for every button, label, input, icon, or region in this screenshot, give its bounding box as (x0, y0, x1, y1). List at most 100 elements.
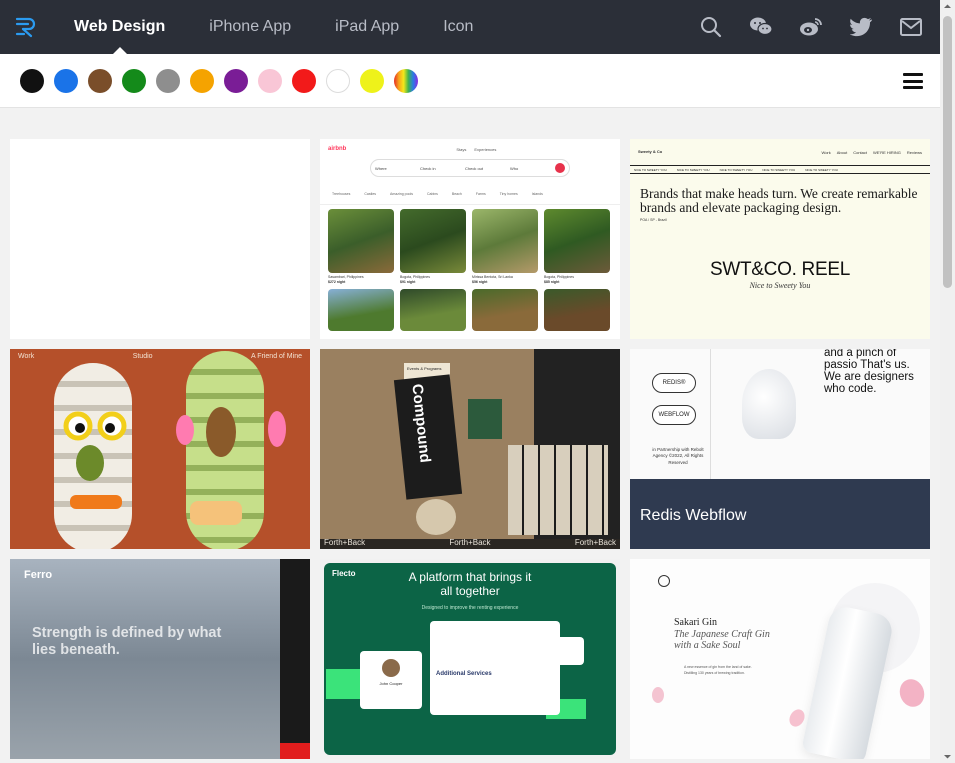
friend-header: Work Studio A Friend of Mine (18, 353, 302, 360)
sweety-headline: Brands that make heads turn. We create r… (640, 186, 918, 216)
sakari-subtitle: The Japanese Craft Gin with a Sake Soul (674, 628, 770, 652)
color-swatch-white[interactable] (326, 68, 350, 93)
sweety-menu-item: Contact (853, 149, 867, 155)
listing-price: $91 night (400, 279, 416, 284)
color-swatch-gray[interactable] (156, 68, 180, 93)
color-swatch-red[interactable] (292, 68, 316, 93)
listing-photo (472, 288, 538, 331)
ferro-logo: Ferro (24, 569, 53, 581)
compound-grid (508, 445, 608, 535)
airbnb-category: Treehouses (332, 191, 351, 196)
ferro-headline: Strength is defined by what lies beneath… (32, 625, 222, 659)
hamburger-icon[interactable] (903, 73, 923, 89)
listing-photo (544, 209, 610, 273)
compound-brand: Forth+Back (449, 538, 491, 547)
airbnb-category: Beach (451, 191, 462, 196)
airbnb-search-field: Where (375, 165, 387, 171)
sakari-bottle (801, 603, 895, 759)
friend-nav-item: A Friend of Mine (251, 353, 302, 360)
compound-word: Compound (408, 382, 434, 464)
nav-link-web-design[interactable]: Web Design (52, 0, 187, 54)
airbnb-category: Islands (531, 191, 543, 196)
avatar (382, 659, 400, 677)
design-card[interactable] (10, 139, 310, 339)
color-swatch-yellow[interactable] (360, 68, 384, 93)
divider (710, 349, 711, 479)
search-icon[interactable] (686, 0, 736, 54)
scroll-down-icon[interactable] (943, 752, 952, 761)
design-card-airbnb[interactable]: airbnb Stays Experiences Where Check in … (320, 139, 620, 339)
scroll-up-icon[interactable] (943, 2, 952, 11)
vertical-scrollbar[interactable] (940, 0, 955, 763)
nav-links: Web Design iPhone App iPad App Icon (52, 0, 495, 54)
color-swatch-purple[interactable] (224, 68, 248, 93)
sculpture-ear (176, 415, 194, 445)
airbnb-tab: Stays (456, 146, 467, 152)
nav-link-icon[interactable]: Icon (421, 0, 495, 54)
marquee-text: NICE TO SWEETY YOU (676, 167, 710, 172)
flecto-headline: A platform that brings it all together De… (320, 570, 620, 612)
friend-nav-item: Work (18, 353, 35, 360)
listing-photo (472, 209, 538, 273)
r-logo-icon[interactable] (0, 0, 52, 54)
sculpture-mouth (70, 495, 122, 509)
webflow-badge: WEBFLOW (652, 405, 696, 425)
color-swatch-green[interactable] (122, 68, 146, 93)
compound-brand: Forth+Back (574, 538, 616, 547)
airbnb-logo: airbnb (328, 146, 347, 152)
color-swatch-black[interactable] (20, 68, 44, 93)
friend-nav-item: Studio (132, 353, 153, 360)
airbnb-category: Tiny homes (499, 191, 518, 196)
color-swatch-brown[interactable] (88, 68, 112, 93)
nav-link-label: Icon (443, 18, 474, 35)
color-swatch-orange[interactable] (190, 68, 214, 93)
airbnb-category: Amazing pools (390, 191, 413, 196)
sakari-body: A new essence of gin from the land of sa… (684, 665, 752, 675)
design-card-compound[interactable]: Events & Programs Compound Forth+Back Fo… (320, 349, 620, 549)
compound-object (416, 499, 456, 535)
marquee-text: NICE TO SWEETY YOU (762, 167, 796, 172)
airbnb-category: Castles (364, 191, 377, 196)
sakura-petal (895, 675, 929, 711)
color-swatch-blue[interactable] (54, 68, 78, 93)
airbnb-category: Farms (475, 191, 486, 196)
sweety-menu-item: Reviews (906, 149, 922, 155)
design-card-sakari-gin[interactable]: Sakari Gin The Japanese Craft Gin with a … (630, 559, 930, 759)
design-card-flecto[interactable]: Flecto A platform that brings it all tog… (320, 559, 620, 759)
weibo-icon[interactable] (786, 0, 836, 54)
flecto-person: John Cooper (379, 681, 403, 686)
design-card-redis-webflow[interactable]: REDIS® WEBFLOW in Partnership with Rebol… (630, 349, 930, 549)
airbnb-tab: Experiences (474, 146, 497, 152)
nav-link-ipad-app[interactable]: iPad App (313, 0, 421, 54)
sweety-header: Sweety & Co Work About Contact WE'RE HIR… (630, 139, 930, 165)
color-swatch-pink[interactable] (258, 68, 282, 93)
compound-brand: Forth+Back (324, 538, 366, 547)
twitter-icon[interactable] (836, 0, 886, 54)
compound-footer: Forth+Back Forth+Back Forth+Back (320, 538, 620, 547)
airbnb-listing: Bogota, Philippines $85 night (544, 209, 610, 285)
airbnb-listing: Mirissa Bentota, Sri Lanka $56 night (472, 209, 538, 285)
sakura-petal (786, 706, 808, 730)
nav-link-iphone-app[interactable]: iPhone App (187, 0, 313, 54)
design-card-sweety[interactable]: Sweety & Co Work About Contact WE'RE HIR… (630, 139, 930, 339)
redis-partnership: in Partnership with Rebolt Agency ©2022,… (652, 447, 704, 465)
design-card-friend-of-mine[interactable]: Work Studio A Friend of Mine (10, 349, 310, 549)
wechat-icon[interactable] (736, 0, 786, 54)
airbnb-category: Cabins (427, 191, 438, 196)
ferro-accent (280, 743, 310, 759)
sweety-menu-item: WE'RE HIRING (873, 149, 901, 155)
compound-card (468, 399, 502, 439)
milk-splash (742, 369, 796, 439)
listing-price: $85 night (544, 279, 560, 284)
color-swatch-rainbow[interactable] (394, 68, 418, 93)
sweety-reel: SWT&CO. REEL (710, 259, 850, 281)
sweety-signature: Nice to Sweety You (749, 281, 811, 291)
color-filter-bar (0, 54, 940, 108)
scrollbar-thumb[interactable] (943, 16, 952, 288)
mail-icon[interactable] (886, 0, 936, 54)
airbnb-listings: Sasambari, Philippines $272 night Bogota,… (320, 205, 620, 285)
flecto-subtitle: Designed to improve the renting experien… (421, 604, 519, 611)
sakura-petal (652, 687, 664, 703)
design-card-ferro[interactable]: Ferro Strength is defined by what lies b… (10, 559, 310, 759)
sweety-logo: Sweety & Co (638, 149, 663, 154)
